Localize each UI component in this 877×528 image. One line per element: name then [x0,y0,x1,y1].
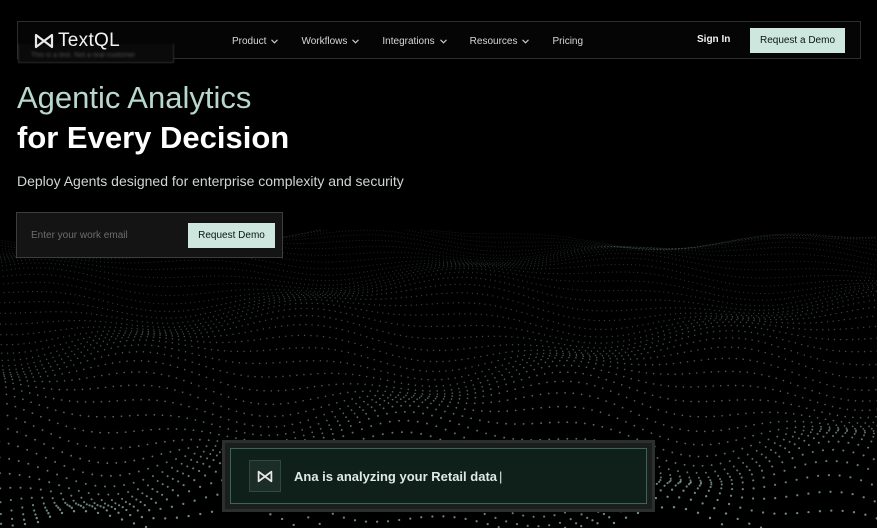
textql-logo-icon [34,33,54,49]
agent-status-text: Ana is analyzing your Retail data | [294,469,502,484]
top-nav: This is a test. Not a real customer Text… [17,21,861,63]
nav-item-integrations[interactable]: Integrations [382,35,447,47]
main-menu: Product Workflows Integrations Resources… [232,22,606,60]
nav-item-pricing[interactable]: Pricing [552,36,583,47]
work-email-input[interactable] [31,225,181,245]
request-a-demo-button[interactable]: Request a Demo [750,28,845,53]
nav-item-label: Integrations [382,35,435,47]
nav-item-label: Workflows [301,35,348,47]
agent-status-card: Ana is analyzing your Retail data | [222,440,655,512]
request-demo-button[interactable]: Request Demo [188,223,275,248]
nav-item-label: Resources [469,35,518,47]
typing-cursor: | [499,469,503,484]
chevron-down-icon [352,38,360,44]
email-signup-form: Request Demo [16,212,283,258]
nav-item-label: Product [232,35,267,47]
brand-name: TextQL [58,30,120,51]
hero-title-line2: for Every Decision [17,120,290,155]
hero-title-line1: Agentic Analytics [17,80,252,115]
nav-item-product[interactable]: Product [232,35,279,47]
nav-item-label: Pricing [552,35,584,47]
agent-status-inner: Ana is analyzing your Retail data | [230,448,647,504]
agent-icon-box [249,460,281,492]
textql-logo-icon [257,470,273,482]
nav-item-resources[interactable]: Resources [470,36,530,47]
hero-subtitle: Deploy Agents designed for enterprise co… [17,173,404,189]
agent-status-message: Ana is analyzing your Retail data [294,469,497,484]
brand-logo[interactable]: TextQL [34,30,120,52]
chevron-down-icon [522,38,530,44]
chevron-down-icon [271,38,279,44]
chevron-down-icon [439,38,447,44]
nav-item-workflows[interactable]: Workflows [301,35,360,47]
sign-in-link[interactable]: Sign In [697,34,730,45]
